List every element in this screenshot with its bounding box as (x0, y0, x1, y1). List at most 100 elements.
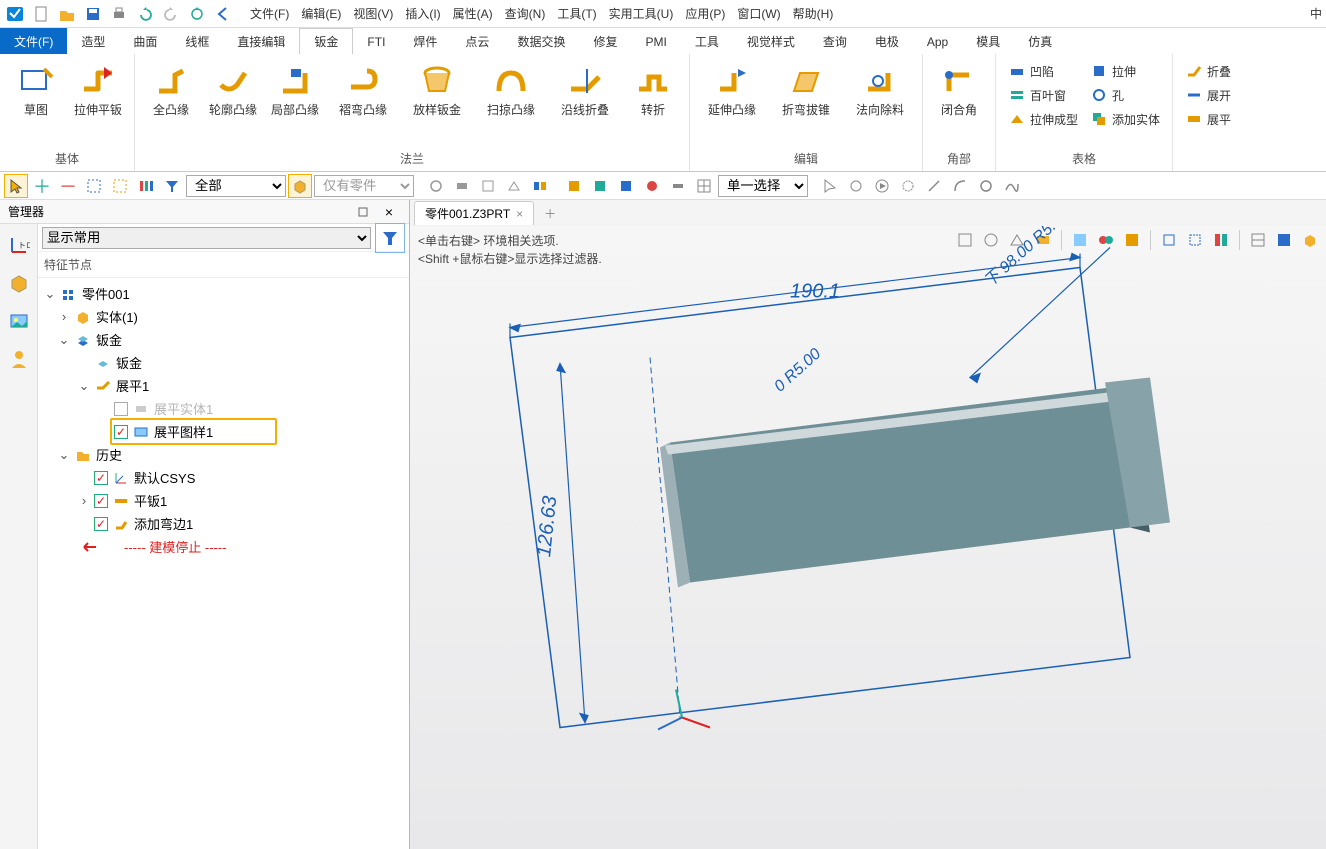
box-dash2-icon[interactable] (108, 174, 132, 198)
tool-icon[interactable] (588, 174, 612, 198)
ribbon-tab-file[interactable]: 文件(F) (0, 28, 67, 54)
ribbon-tab[interactable]: 曲面 (119, 28, 171, 54)
ribbon-tab[interactable]: App (913, 28, 962, 54)
ribbon-tab[interactable]: 模具 (962, 28, 1014, 54)
open-icon[interactable] (56, 3, 78, 25)
close-icon[interactable]: × (377, 200, 401, 224)
menu-window[interactable]: 窗口(W) (733, 3, 784, 24)
document-tab[interactable]: 零件001.Z3PRT × (414, 201, 534, 225)
tree-flat[interactable]: ›✓平钣1 (40, 489, 407, 512)
tree-add-bend[interactable]: ✓添加弯边1 (40, 512, 407, 535)
tree-csys[interactable]: ✓默认CSYS (40, 466, 407, 489)
menu-edit[interactable]: 编辑(E) (297, 3, 345, 24)
checkbox-checked[interactable]: ✓ (114, 425, 128, 439)
ribbon-tab[interactable]: 造型 (67, 28, 119, 54)
ribbon-tab-sheet[interactable]: 钣金 (299, 28, 353, 54)
louver-button[interactable]: 百叶窗 (1006, 84, 1080, 106)
ribbon-tab[interactable]: 修复 (579, 28, 631, 54)
sidebar-origin-icon[interactable]: トロ (4, 230, 34, 260)
tool-icon[interactable] (528, 174, 552, 198)
single-select[interactable]: 单一选择 (718, 175, 808, 197)
ribbon-tab[interactable]: PMI (631, 28, 680, 54)
flatten-button[interactable]: 展平 (1183, 108, 1233, 130)
save-icon[interactable] (82, 3, 104, 25)
normal-cut-button[interactable]: 法向除料 (844, 58, 916, 121)
tree-unfold[interactable]: ⌄展平1 (40, 374, 407, 397)
display-filter-select[interactable]: 显示常用 (42, 227, 371, 249)
add-icon[interactable]: ＋ (30, 174, 54, 198)
close-icon[interactable]: × (516, 207, 523, 221)
collapse-icon[interactable]: ⌄ (58, 449, 70, 461)
arc-icon[interactable] (948, 174, 972, 198)
tool-icon[interactable] (896, 174, 920, 198)
expand-icon[interactable]: › (78, 495, 90, 507)
menu-help[interactable]: 帮助(H) (789, 3, 838, 24)
tool-icon[interactable] (640, 174, 664, 198)
dent-button[interactable]: 凹陷 (1006, 60, 1080, 82)
cursor-select-icon[interactable] (4, 174, 28, 198)
menu-app[interactable]: 应用(P) (681, 3, 729, 24)
new-icon[interactable] (30, 3, 52, 25)
collapse-icon[interactable]: ⌄ (44, 288, 56, 300)
extend-flange-button[interactable]: 延伸凸缘 (696, 58, 768, 121)
menu-insert[interactable]: 插入(I) (401, 3, 444, 24)
checkbox-checked[interactable]: ✓ (94, 494, 108, 508)
sketch-button[interactable]: 草图 (6, 58, 66, 121)
hem-flange-button[interactable]: 褶弯凸缘 (327, 58, 399, 121)
ribbon-tab[interactable]: 点云 (451, 28, 503, 54)
local-flange-button[interactable]: 局部凸缘 (265, 58, 325, 121)
tool-icon[interactable] (614, 174, 638, 198)
print-icon[interactable] (108, 3, 130, 25)
fold-button[interactable]: 折叠 (1183, 60, 1233, 82)
tree-model-stop[interactable]: ----- 建模停止 ----- (40, 535, 407, 558)
redo-icon[interactable] (160, 3, 182, 25)
hole-button[interactable]: 孔 (1088, 84, 1162, 106)
tool-icon[interactable] (562, 174, 586, 198)
close-corner-button[interactable]: 闭合角 (929, 58, 989, 121)
tool-icon[interactable] (692, 174, 716, 198)
loft-sheet-button[interactable]: 放样钣金 (401, 58, 473, 121)
ribbon-tab[interactable]: 数据交换 (503, 28, 579, 54)
cursor-icon[interactable] (818, 174, 842, 198)
tree-root-part[interactable]: ⌄零件001 (40, 282, 407, 305)
undo-icon[interactable] (134, 3, 156, 25)
add-entity-button[interactable]: 添加实体 (1088, 108, 1162, 130)
bars-icon[interactable] (134, 174, 158, 198)
expand-icon[interactable]: › (58, 311, 70, 323)
ribbon-tab[interactable]: 直接编辑 (223, 28, 299, 54)
tool-icon[interactable] (450, 174, 474, 198)
ribbon-tab[interactable]: 线框 (171, 28, 223, 54)
collapse-icon[interactable]: ⌄ (78, 380, 90, 392)
menu-util[interactable]: 实用工具(U) (605, 3, 678, 24)
menu-query[interactable]: 查询(N) (501, 3, 550, 24)
checkbox-checked[interactable]: ✓ (94, 517, 108, 531)
sweep-flange-button[interactable]: 扫掠凸缘 (475, 58, 547, 121)
3d-canvas[interactable]: <单击右键> 环境相关选项. <Shift +鼠标右键>显示选择过滤器. (410, 226, 1326, 849)
back-arrow-icon[interactable] (212, 3, 234, 25)
remove-icon[interactable]: － (56, 174, 80, 198)
tree-unfold-pattern[interactable]: ✓展平图样1 (40, 420, 407, 443)
tree-unfold-body[interactable]: 展平实体1 (40, 397, 407, 420)
ribbon-tab[interactable]: 电极 (861, 28, 913, 54)
tool-icon[interactable] (666, 174, 690, 198)
bend-taper-button[interactable]: 折弯拔锥 (770, 58, 842, 121)
jog-button[interactable]: 转折 (623, 58, 683, 121)
filter-all-select[interactable]: 全部 (186, 175, 286, 197)
play-icon[interactable] (870, 174, 894, 198)
circle-icon[interactable] (974, 174, 998, 198)
menu-tools[interactable]: 工具(T) (553, 3, 600, 24)
ribbon-tab[interactable]: 仿真 (1014, 28, 1066, 54)
tool-icon[interactable] (424, 174, 448, 198)
restore-icon[interactable] (351, 200, 375, 224)
tree-sheetmetal[interactable]: ⌄钣金 (40, 328, 407, 351)
fold-along-line-button[interactable]: 沿线折叠 (549, 58, 621, 121)
ribbon-tab[interactable]: 焊件 (399, 28, 451, 54)
tool-icon[interactable] (844, 174, 868, 198)
funnel-icon[interactable] (375, 223, 405, 253)
add-tab-icon[interactable]: ＋ (538, 201, 562, 225)
menu-view[interactable]: 视图(V) (349, 3, 397, 24)
filter-dropdown-icon[interactable] (160, 174, 184, 198)
ribbon-tab[interactable]: 视觉样式 (733, 28, 809, 54)
ribbon-tab[interactable]: 查询 (809, 28, 861, 54)
cube-select-icon[interactable] (288, 174, 312, 198)
